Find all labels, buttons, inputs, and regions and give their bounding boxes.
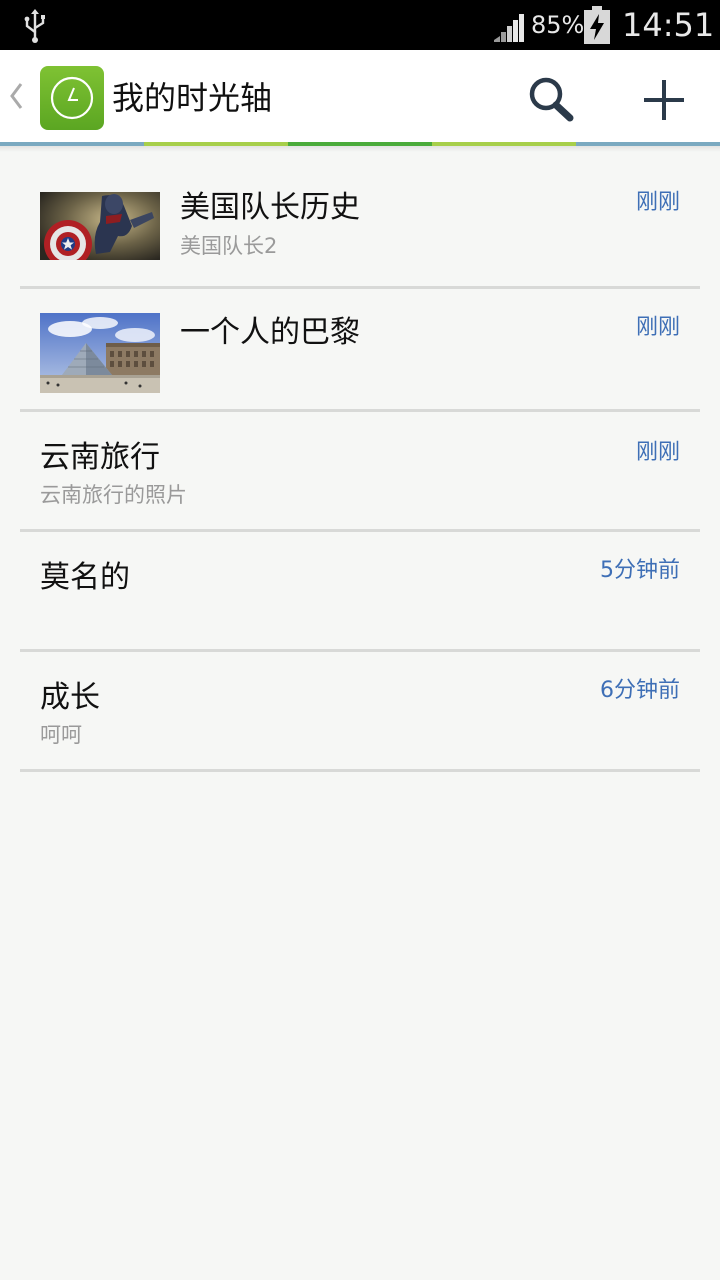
search-button[interactable] [524,72,580,128]
clock: 14:51 [622,6,715,44]
add-timeline-button[interactable] [636,72,692,128]
clock-icon [50,76,94,120]
battery-percent: 85% [531,11,585,39]
timeline-thumbnail [40,313,160,393]
timeline-time: 刚刚 [635,315,680,340]
status-bar: 85% 14:51 [0,0,720,50]
plus-icon [644,80,684,120]
chevron-left-icon[interactable] [6,78,26,114]
page-title: 我的时光轴 [112,79,273,117]
timeline-time: 6分钟前 [600,678,680,703]
timeline-list: 美国队长历史 美国队长2 刚刚 一个人的巴黎 刚刚 云南旅行 云南旅行的照片 刚… [20,168,700,774]
timeline-title: 一个人的巴黎 [180,315,360,350]
timeline-thumbnail [40,192,160,260]
timeline-subtitle: 云南旅行的照片 [40,483,187,507]
timeline-item[interactable]: 莫名的 5分钟前 [20,534,700,652]
battery-charging-icon [584,6,610,44]
timeline-item[interactable]: 成长 呵呵 6分钟前 [20,654,700,772]
timeline-item[interactable]: 云南旅行 云南旅行的照片 刚刚 [20,414,700,532]
captain-america-poster [40,192,160,260]
signal-icon [494,14,524,42]
timeline-item[interactable]: 美国队长历史 美国队长2 刚刚 [20,168,700,289]
timeline-item[interactable]: 一个人的巴黎 刚刚 [20,291,700,412]
timeline-title: 美国队长历史 [180,190,360,225]
timeline-title: 成长 [40,680,100,715]
app-bar: 我的时光轴 [0,50,720,142]
app-logo[interactable] [40,66,104,130]
timeline-time: 5分钟前 [600,558,680,583]
usb-icon [24,9,45,43]
timeline-subtitle: 呵呵 [40,723,82,747]
app-bar-shadow [0,146,720,152]
timeline-time: 刚刚 [635,440,680,465]
timeline-title: 云南旅行 [40,440,160,475]
timeline-time: 刚刚 [635,190,680,215]
search-icon [529,77,574,122]
timeline-subtitle: 美国队长2 [180,234,278,258]
timeline-title: 莫名的 [40,560,130,595]
louvre-pyramid-photo [40,313,160,393]
